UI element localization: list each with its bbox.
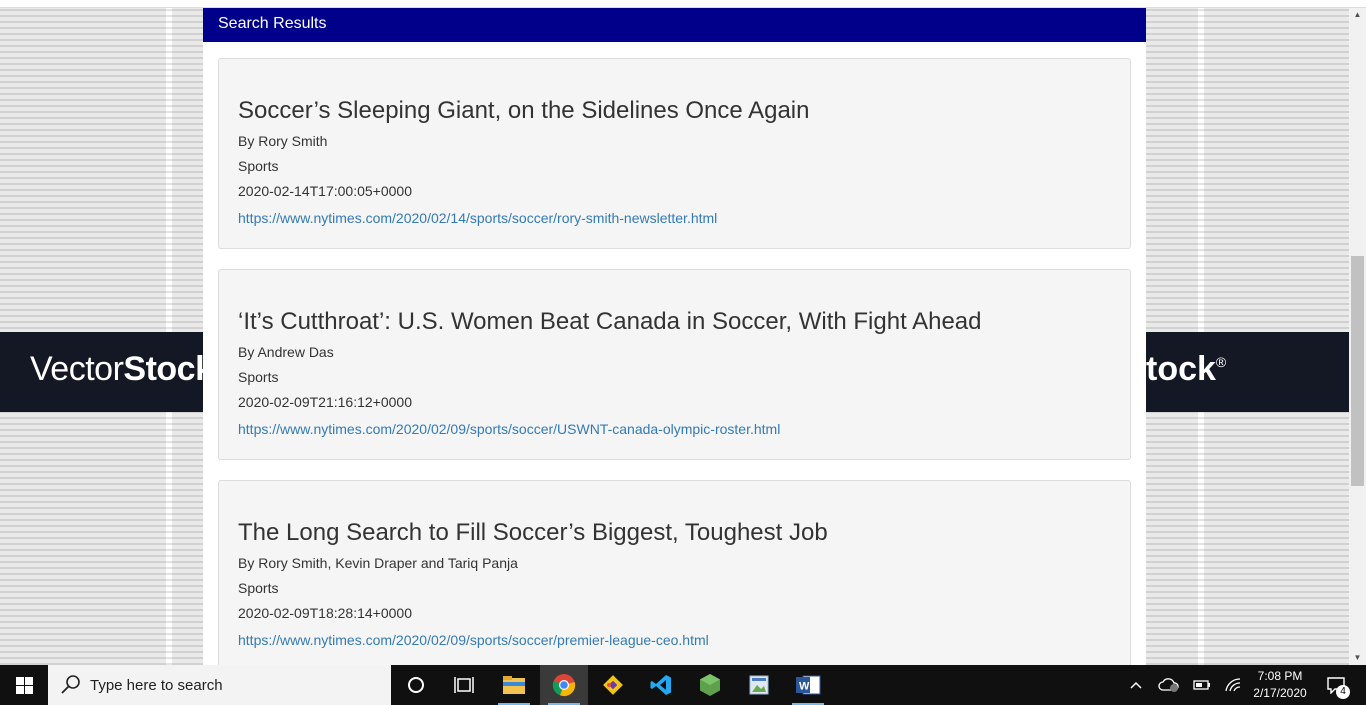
svg-text:W: W [799, 681, 810, 693]
result-section: Sports [238, 158, 279, 174]
result-byline: By Rory Smith, Kevin Draper and Tariq Pa… [238, 555, 518, 571]
result-title: ‘It’s Cutthroat’: U.S. Women Beat Canada… [238, 308, 982, 335]
result-section: Sports [238, 580, 279, 596]
page-scrollbar[interactable]: ▲ ▼ [1349, 8, 1366, 665]
browser-top-strip [0, 0, 1366, 8]
git-icon[interactable] [589, 665, 637, 705]
result-date: 2020-02-14T17:00:05+0000 [238, 183, 412, 199]
result-link[interactable]: https://www.nytimes.com/2020/02/14/sport… [238, 207, 1111, 229]
scroll-thumb[interactable] [1351, 256, 1364, 486]
scroll-down-arrow-icon[interactable]: ▼ [1349, 651, 1366, 665]
result-card: The Long Search to Fill Soccer’s Biggest… [218, 480, 1131, 665]
watermark-logo-right: tock® [1146, 350, 1227, 388]
notification-count-badge: 4 [1336, 685, 1350, 699]
word-icon[interactable]: W [784, 665, 832, 705]
result-card: ‘It’s Cutthroat’: U.S. Women Beat Canada… [218, 269, 1131, 460]
result-byline: By Rory Smith [238, 133, 328, 149]
start-button[interactable] [0, 665, 48, 705]
result-byline: By Andrew Das [238, 344, 334, 360]
result-title: The Long Search to Fill Soccer’s Biggest… [238, 519, 828, 546]
nodejs-icon[interactable] [686, 665, 734, 705]
result-date: 2020-02-09T18:28:14+0000 [238, 605, 412, 621]
file-explorer-icon[interactable] [490, 665, 538, 705]
cortana-icon[interactable] [392, 665, 440, 705]
photos-icon[interactable] [735, 665, 783, 705]
watermark-logo-left: VectorStock [30, 350, 214, 388]
system-clock[interactable]: 7:08 PM 2/17/2020 [1250, 668, 1310, 702]
result-date: 2020-02-09T21:16:12+0000 [238, 394, 412, 410]
onedrive-sync-icon[interactable] [1156, 665, 1182, 705]
search-results-panel: Search Results Soccer’s Sleeping Giant, … [203, 8, 1146, 665]
windows-taskbar: W 7:08 PM 2/17/2020 4 [0, 665, 1366, 705]
chrome-icon[interactable] [540, 665, 588, 705]
taskbar-search-input[interactable] [90, 676, 370, 694]
result-section: Sports [238, 369, 279, 385]
result-link[interactable]: https://www.nytimes.com/2020/02/09/sport… [238, 629, 1111, 651]
result-title: Soccer’s Sleeping Giant, on the Sideline… [238, 97, 810, 124]
scroll-up-arrow-icon[interactable]: ▲ [1349, 8, 1366, 22]
result-card: Soccer’s Sleeping Giant, on the Sideline… [218, 58, 1131, 249]
battery-icon[interactable] [1188, 665, 1214, 705]
panel-header: Search Results [203, 8, 1146, 42]
result-link[interactable]: https://www.nytimes.com/2020/02/09/sport… [238, 418, 1111, 440]
task-view-icon[interactable] [440, 665, 488, 705]
clock-time: 7:08 PM [1257, 669, 1303, 683]
search-icon [61, 675, 80, 694]
clock-date: 2/17/2020 [1253, 686, 1307, 700]
vscode-icon[interactable] [637, 665, 685, 705]
taskbar-search-box[interactable] [48, 665, 391, 705]
show-hidden-icons-chevron-icon[interactable] [1126, 665, 1146, 705]
wifi-icon[interactable] [1220, 665, 1246, 705]
windows-logo-icon [15, 676, 33, 694]
